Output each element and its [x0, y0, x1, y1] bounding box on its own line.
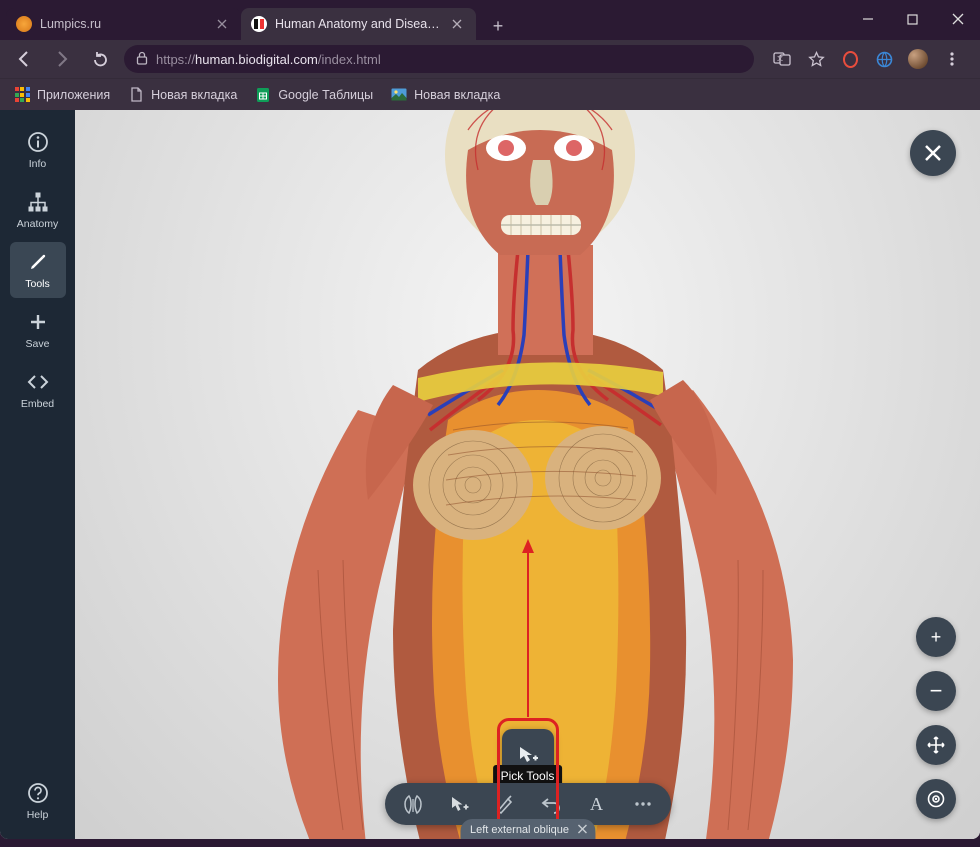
sidebar-item-label: Tools	[25, 278, 50, 290]
menu-button[interactable]	[942, 49, 962, 69]
tab-close-icon[interactable]	[213, 15, 231, 33]
toolbar-more-button[interactable]	[621, 785, 665, 823]
bookmark-newtab-2[interactable]: Новая вкладка	[391, 87, 500, 103]
apps-grid-icon	[14, 87, 30, 103]
titlebar: Lumpics.ru Human Anatomy and Disease in …	[0, 0, 980, 40]
app-viewport: Info Anatomy Tools Save Embed Help	[0, 110, 980, 839]
tab-title: Lumpics.ru	[40, 17, 205, 31]
sidebar-item-save[interactable]: Save	[10, 302, 66, 358]
sidebar-item-label: Embed	[21, 398, 54, 410]
bookmark-sheets[interactable]: Google Таблицы	[255, 87, 373, 103]
opera-ext-icon[interactable]	[840, 49, 860, 69]
bookmark-label: Новая вкладка	[151, 88, 237, 102]
browser-window: Lumpics.ru Human Anatomy and Disease in …	[0, 0, 980, 847]
close-window-button[interactable]	[935, 0, 980, 38]
new-tab-button[interactable]: +	[484, 12, 512, 40]
sidebar-item-label: Save	[26, 338, 50, 350]
toolbar-pick-button[interactable]	[437, 785, 481, 823]
toolbar-actions: 文	[764, 49, 970, 69]
sidebar-item-embed[interactable]: Embed	[10, 362, 66, 418]
url-input[interactable]: https://human.biodigital.com/index.html	[124, 45, 754, 73]
sidebar-item-label: Help	[27, 809, 49, 821]
globe-ext-icon[interactable]	[874, 49, 894, 69]
hierarchy-icon	[26, 190, 50, 214]
anatomy-canvas[interactable]: + − Pick Tools	[75, 110, 980, 839]
pan-button[interactable]	[916, 725, 956, 765]
zoom-out-button[interactable]: −	[916, 671, 956, 711]
app-sidebar: Info Anatomy Tools Save Embed Help	[0, 110, 75, 839]
view-controls: + −	[916, 617, 956, 819]
sidebar-item-anatomy[interactable]: Anatomy	[10, 182, 66, 238]
info-icon	[26, 130, 50, 154]
sidebar-item-info[interactable]: Info	[10, 122, 66, 178]
bookmark-label: Google Таблицы	[278, 88, 373, 102]
plus-icon	[26, 310, 50, 334]
window-controls	[845, 0, 980, 40]
reload-button[interactable]	[86, 45, 114, 73]
toolbar-xray-button[interactable]	[391, 785, 435, 823]
url-text: https://human.biodigital.com/index.html	[156, 52, 742, 67]
tab-lumpics[interactable]: Lumpics.ru	[6, 8, 241, 40]
selection-chip-label: Left external oblique	[470, 824, 569, 836]
sidebar-item-help[interactable]: Help	[10, 773, 66, 829]
maximize-button[interactable]	[890, 0, 935, 38]
close-viewer-button[interactable]	[910, 130, 956, 176]
minimize-button[interactable]	[845, 0, 890, 38]
sidebar-item-label: Anatomy	[17, 218, 58, 230]
annotation-arrow	[518, 539, 538, 719]
selection-chip[interactable]: Left external oblique	[460, 819, 595, 839]
selection-chip-close-icon[interactable]	[577, 824, 587, 837]
zoom-in-button[interactable]: +	[916, 617, 956, 657]
translate-icon[interactable]: 文	[772, 49, 792, 69]
favicon-biodigital	[251, 16, 267, 32]
favicon-lumpics	[16, 16, 32, 32]
bookmark-star-icon[interactable]	[806, 49, 826, 69]
svg-text:文: 文	[777, 55, 783, 63]
address-bar: https://human.biodigital.com/index.html …	[0, 40, 980, 78]
toolbar-annotate-button[interactable]: A	[575, 785, 619, 823]
recenter-button[interactable]	[916, 779, 956, 819]
file-icon	[128, 87, 144, 103]
toolbar-dissect-button[interactable]	[483, 785, 527, 823]
tab-title: Human Anatomy and Disease in	[275, 17, 440, 31]
toolbar-undo-button[interactable]	[529, 785, 573, 823]
bookmarks-bar: Приложения Новая вкладка Google Таблицы …	[0, 78, 980, 110]
bookmark-label: Новая вкладка	[414, 88, 500, 102]
help-icon	[26, 781, 50, 805]
code-icon	[26, 370, 50, 394]
sheets-icon	[255, 87, 271, 103]
lock-icon	[136, 51, 148, 68]
back-button[interactable]	[10, 45, 38, 73]
profile-avatar[interactable]	[908, 49, 928, 69]
sidebar-item-label: Info	[29, 158, 47, 170]
image-icon	[391, 87, 407, 103]
bookmark-label: Приложения	[37, 88, 110, 102]
bookmark-newtab-1[interactable]: Новая вкладка	[128, 87, 237, 103]
sidebar-item-tools[interactable]: Tools	[10, 242, 66, 298]
pencil-icon	[26, 250, 50, 274]
forward-button[interactable]	[48, 45, 76, 73]
tab-biodigital[interactable]: Human Anatomy and Disease in	[241, 8, 476, 40]
bookmark-apps[interactable]: Приложения	[14, 87, 110, 103]
tab-close-icon[interactable]	[448, 15, 466, 33]
tabs-row: Lumpics.ru Human Anatomy and Disease in …	[0, 0, 512, 40]
